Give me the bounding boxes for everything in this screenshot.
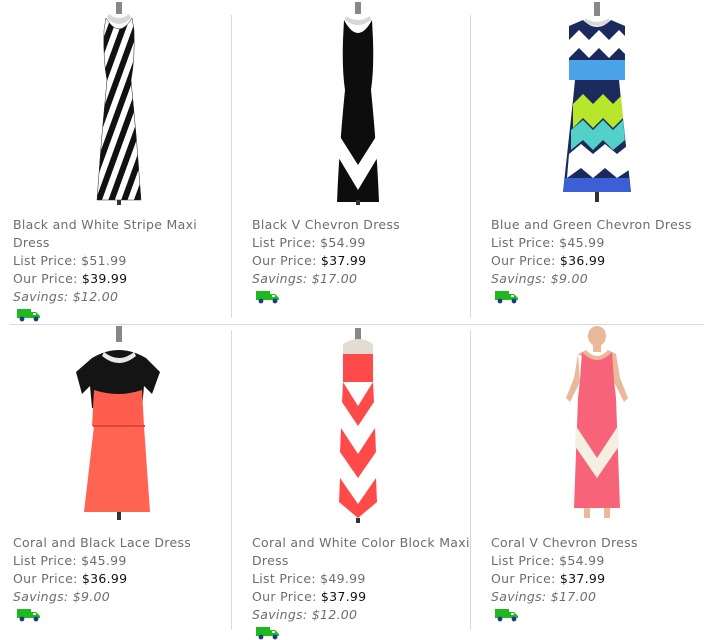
savings-row: Savings: $9.00 xyxy=(13,588,233,606)
savings-label: Savings: xyxy=(13,289,69,304)
list-price-value: $45.99 xyxy=(559,235,605,250)
list-price-row: List Price: $45.99 xyxy=(13,552,233,570)
our-price-label: Our Price: xyxy=(252,589,317,604)
our-price-row: Our Price: $37.99 xyxy=(252,252,472,270)
our-price-value: $37.99 xyxy=(559,571,606,586)
savings-label: Savings: xyxy=(252,607,308,622)
product-image[interactable] xyxy=(0,0,238,205)
list-price-value: $45.99 xyxy=(81,553,127,568)
our-price-label: Our Price: xyxy=(13,271,78,286)
list-price-label: List Price: xyxy=(252,235,316,250)
product-card: Black and White Stripe Maxi Dress List P… xyxy=(0,0,238,322)
list-price-row: List Price: $49.99 xyxy=(252,570,472,588)
list-price-label: List Price: xyxy=(491,235,555,250)
list-price-value: $51.99 xyxy=(81,253,127,268)
shipping-truck-icon xyxy=(256,291,279,304)
product-title[interactable]: Coral V Chevron Dress xyxy=(491,534,708,552)
list-price-label: List Price: xyxy=(252,571,316,586)
product-image[interactable] xyxy=(239,0,477,205)
savings-label: Savings: xyxy=(491,271,547,286)
list-price-row: List Price: $51.99 xyxy=(13,252,233,270)
savings-value: $9.00 xyxy=(72,589,111,604)
list-price-label: List Price: xyxy=(491,553,555,568)
savings-value: $12.00 xyxy=(72,289,119,304)
list-price-label: List Price: xyxy=(13,553,77,568)
list-price-row: List Price: $54.99 xyxy=(252,234,472,252)
shipping-truck-icon xyxy=(495,609,518,622)
our-price-value: $36.99 xyxy=(81,571,128,586)
savings-row: Savings: $17.00 xyxy=(252,270,472,288)
product-image[interactable] xyxy=(478,318,708,523)
our-price-value: $37.99 xyxy=(320,589,367,604)
savings-value: $9.00 xyxy=(550,271,589,286)
product-title[interactable]: Black and White Stripe Maxi Dress xyxy=(13,216,233,252)
product-card: Coral and Black Lace Dress List Price: $… xyxy=(0,318,238,635)
shipping-truck-icon xyxy=(256,627,279,640)
list-price-value: $54.99 xyxy=(320,235,366,250)
our-price-value: $39.99 xyxy=(81,271,128,286)
our-price-row: Our Price: $37.99 xyxy=(491,570,708,588)
savings-value: $17.00 xyxy=(550,589,597,604)
list-price-value: $54.99 xyxy=(559,553,605,568)
product-title[interactable]: Coral and Black Lace Dress xyxy=(13,534,233,552)
our-price-value: $37.99 xyxy=(320,253,367,268)
savings-value: $12.00 xyxy=(311,607,358,622)
product-image[interactable] xyxy=(478,0,708,205)
list-price-row: List Price: $45.99 xyxy=(491,234,708,252)
list-price-value: $49.99 xyxy=(320,571,366,586)
savings-label: Savings: xyxy=(491,589,547,604)
savings-row: Savings: $17.00 xyxy=(491,588,708,606)
product-card: Blue and Green Chevron Dress List Price:… xyxy=(478,0,708,320)
our-price-row: Our Price: $36.99 xyxy=(13,570,233,588)
product-card: Coral V Chevron Dress List Price: $54.99… xyxy=(478,318,708,635)
shipping-truck-icon xyxy=(17,609,40,622)
savings-value: $17.00 xyxy=(311,271,358,286)
our-price-label: Our Price: xyxy=(491,571,556,586)
savings-row: Savings: $12.00 xyxy=(252,606,472,624)
product-card: Coral and White Color Block Maxi Dress L… xyxy=(239,318,477,640)
shipping-truck-icon xyxy=(495,291,518,304)
product-grid: Black and White Stripe Maxi Dress List P… xyxy=(0,0,708,640)
our-price-value: $36.99 xyxy=(559,253,606,268)
our-price-row: Our Price: $39.99 xyxy=(13,270,233,288)
our-price-row: Our Price: $37.99 xyxy=(252,588,472,606)
list-price-row: List Price: $54.99 xyxy=(491,552,708,570)
savings-row: Savings: $12.00 xyxy=(13,288,233,306)
our-price-label: Our Price: xyxy=(252,253,317,268)
our-price-label: Our Price: xyxy=(13,571,78,586)
product-title[interactable]: Blue and Green Chevron Dress xyxy=(491,216,708,234)
savings-label: Savings: xyxy=(252,271,308,286)
product-title[interactable]: Coral and White Color Block Maxi Dress xyxy=(252,534,472,570)
list-price-label: List Price: xyxy=(13,253,77,268)
product-image[interactable] xyxy=(239,318,477,523)
savings-label: Savings: xyxy=(13,589,69,604)
our-price-label: Our Price: xyxy=(491,253,556,268)
product-image[interactable] xyxy=(0,318,238,523)
product-card: Black V Chevron Dress List Price: $54.99… xyxy=(239,0,477,320)
product-title[interactable]: Black V Chevron Dress xyxy=(252,216,472,234)
our-price-row: Our Price: $36.99 xyxy=(491,252,708,270)
savings-row: Savings: $9.00 xyxy=(491,270,708,288)
